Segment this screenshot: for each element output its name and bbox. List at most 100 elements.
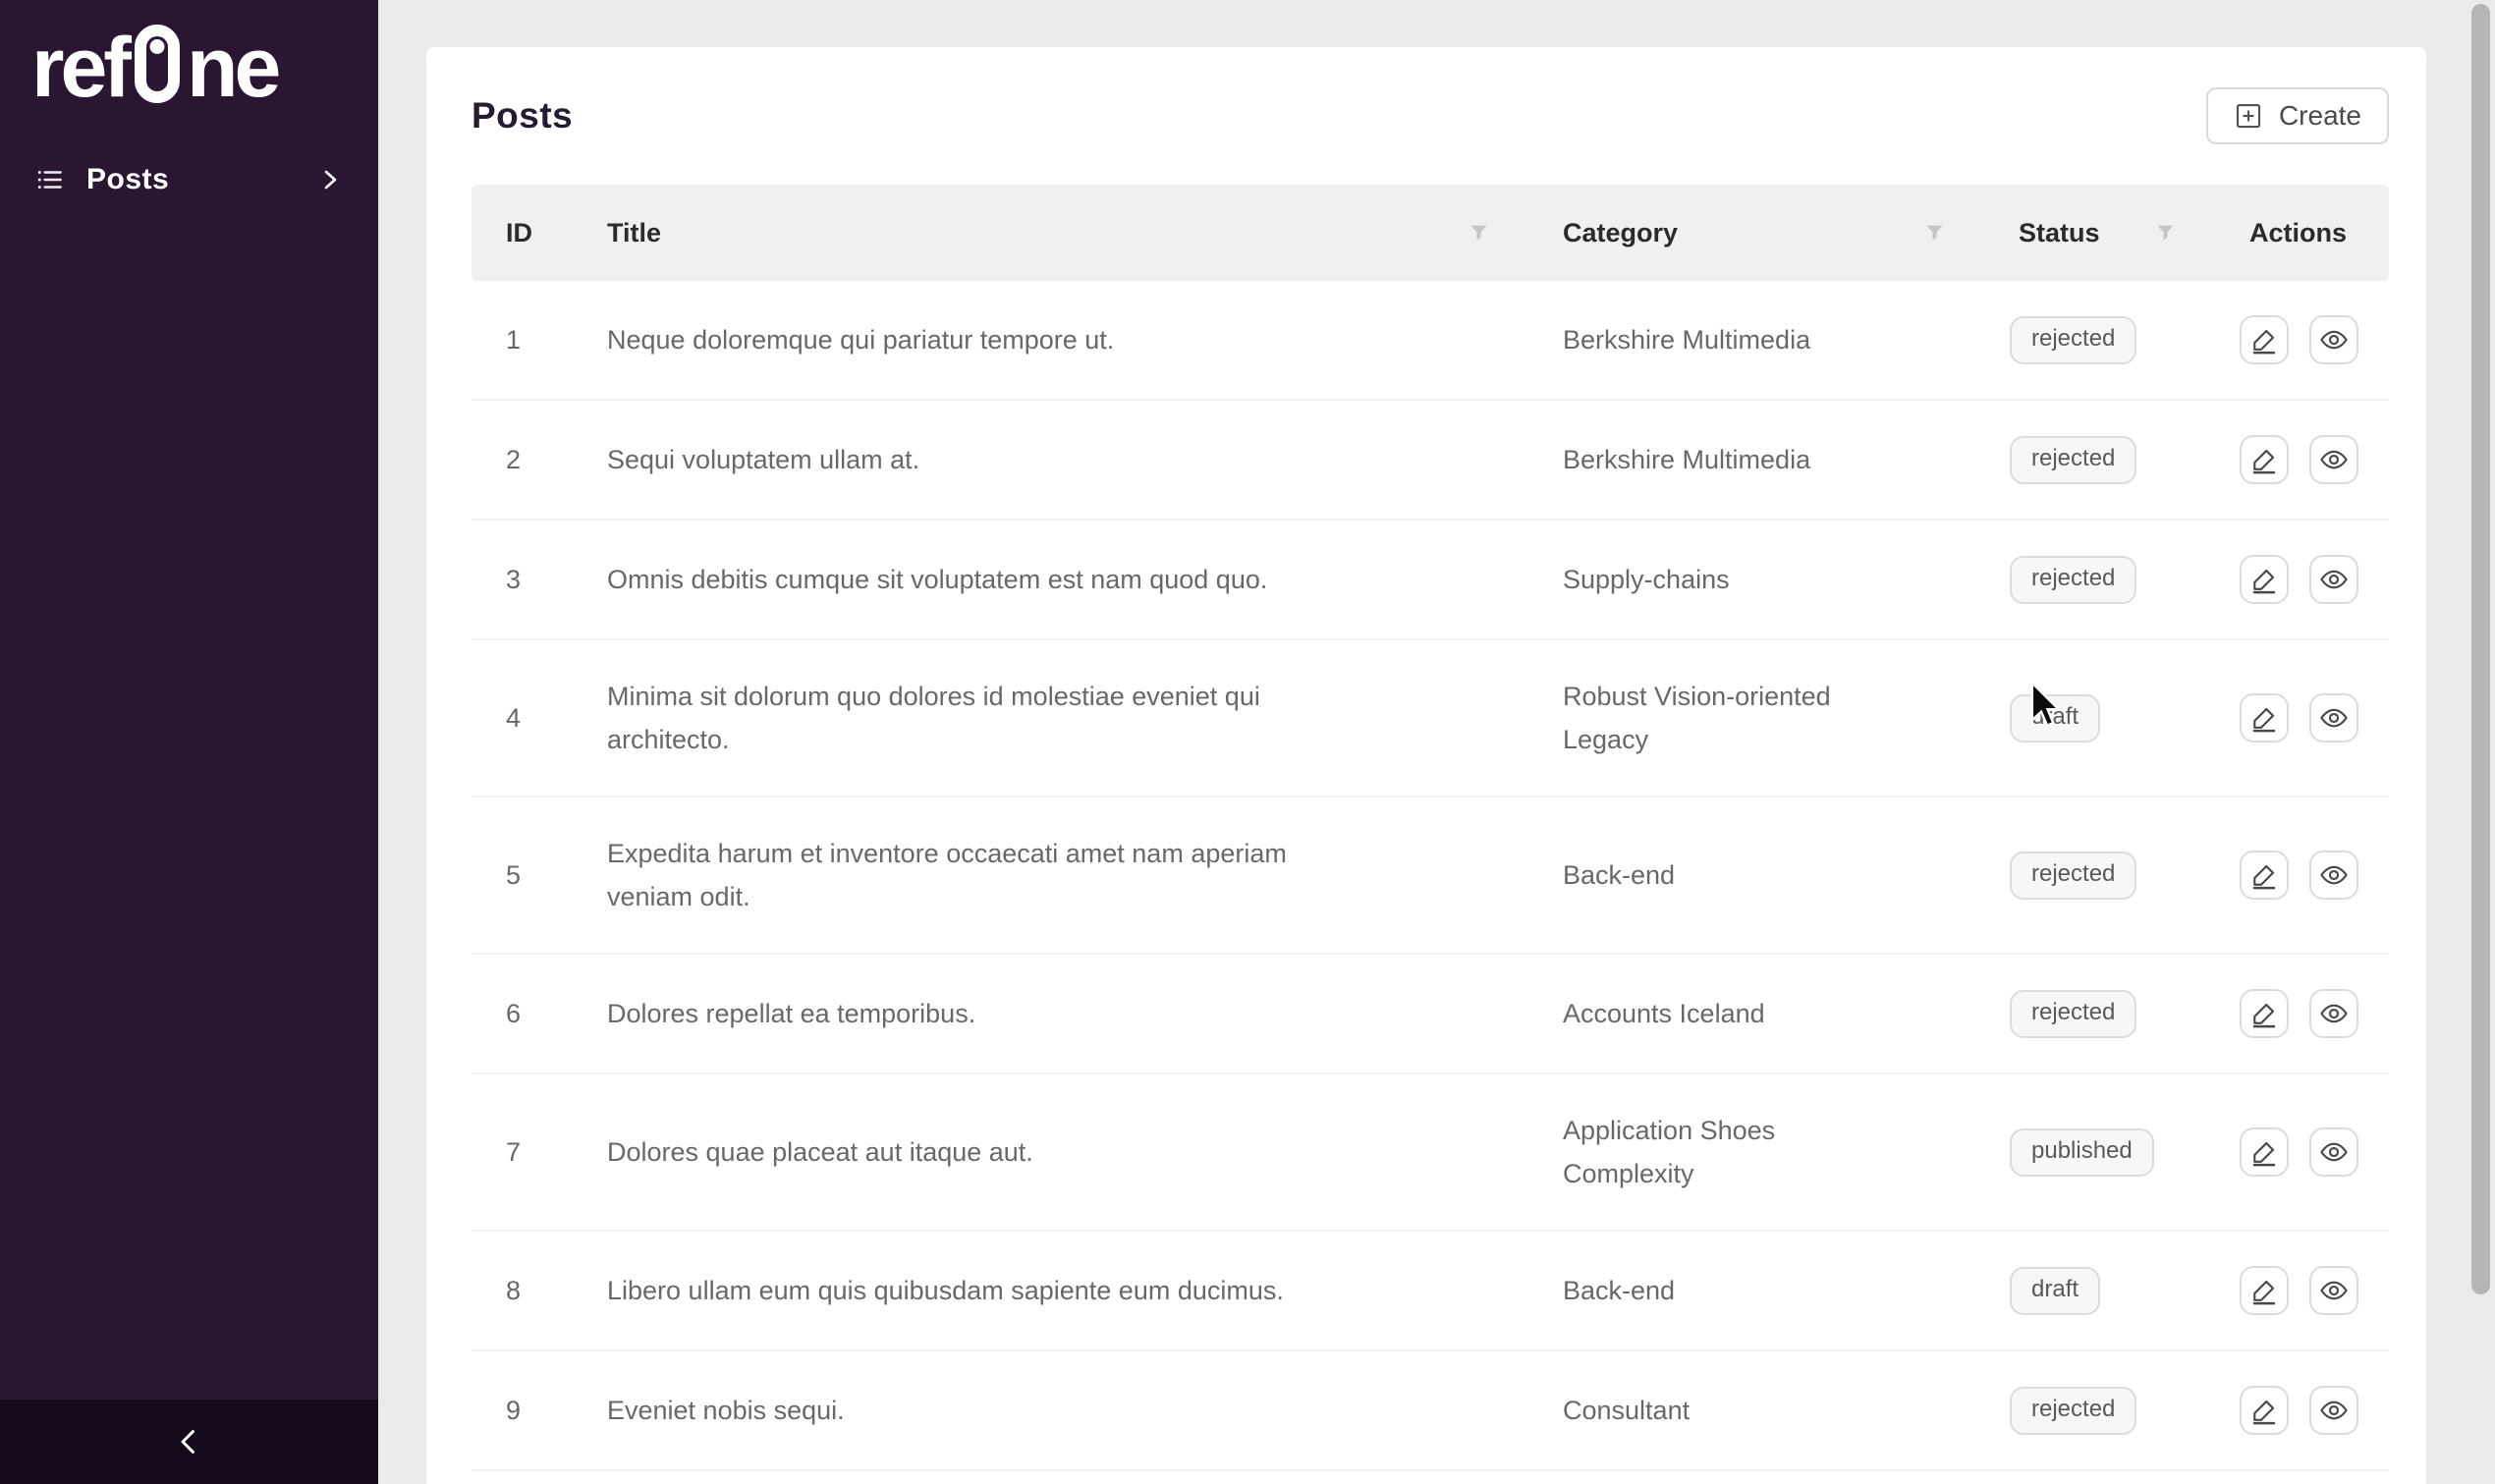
- post-status-cell: rejected: [1981, 954, 2212, 1074]
- post-category-cell: Application Shoes Complexity: [1525, 1073, 1981, 1232]
- post-category-cell: Robust Vision-oriented Legacy: [1525, 639, 1981, 797]
- edit-button[interactable]: [2240, 1386, 2289, 1435]
- pencil-icon: [2252, 1141, 2276, 1167]
- post-id-cell: 9: [471, 1350, 570, 1471]
- app-window: ref ne Posts Posts Create ID Title Categ…: [0, 0, 2495, 1484]
- show-button[interactable]: [2308, 851, 2358, 900]
- edit-button[interactable]: [2240, 693, 2289, 742]
- chevron-left-icon: [181, 1430, 194, 1454]
- sidebar-collapse-button[interactable]: [0, 1400, 378, 1484]
- refine-logo[interactable]: ref ne: [31, 21, 378, 115]
- pencil-icon: [2252, 569, 2276, 594]
- pencil-icon: [2252, 707, 2276, 733]
- post-title-cell: Minima sit dolorum quo dolores id molest…: [570, 639, 1525, 797]
- table-row: 5 Expedita harum et inventore occaecati …: [471, 797, 2389, 955]
- logo-text-suffix: ne: [186, 21, 281, 115]
- status-badge: published: [2010, 1128, 2154, 1177]
- show-button[interactable]: [2308, 1127, 2358, 1177]
- post-title-cell: Dolores repellat ea temporibus.: [570, 954, 1525, 1074]
- create-button[interactable]: Create: [2205, 87, 2389, 144]
- post-category-cell: Berkshire Multimedia: [1525, 400, 1981, 521]
- filter-icon[interactable]: [1469, 224, 1488, 243]
- table-header: ID Title Category Status Actions: [471, 185, 2389, 281]
- table-row: 2 Sequi voluptatem ullam at. Berkshire M…: [471, 400, 2389, 521]
- eye-icon: [2319, 1004, 2348, 1023]
- eye-icon: [2319, 708, 2348, 728]
- pencil-icon: [2252, 449, 2276, 474]
- post-category-cell: Berkshire Multimedia: [1525, 281, 1981, 401]
- show-button[interactable]: [2308, 315, 2358, 364]
- eye-icon: [2319, 1142, 2348, 1162]
- table-body: 1 Neque doloremque qui pariatur tempore …: [471, 281, 2389, 1484]
- show-button[interactable]: [2308, 435, 2358, 484]
- post-status-cell: rejected: [1981, 281, 2212, 401]
- post-id-cell: 2: [471, 400, 570, 521]
- post-id-cell: 10: [471, 1470, 570, 1484]
- post-category-cell: Back-end: [1525, 1231, 1981, 1351]
- eye-icon: [2319, 450, 2348, 469]
- post-title-cell: Libero ullam eum quis quibusdam sapiente…: [570, 1231, 1525, 1351]
- column-header-title: Title: [570, 185, 1525, 281]
- post-id-cell: 4: [471, 639, 570, 797]
- post-title-cell: Omnis debitis cumque sit voluptatem est …: [570, 520, 1525, 640]
- pencil-icon: [2252, 1280, 2276, 1305]
- show-button[interactable]: [2308, 1386, 2358, 1435]
- post-actions-cell: [2212, 797, 2389, 955]
- post-actions-cell: [2212, 1073, 2389, 1232]
- post-title-cell: Neque doloremque qui pariatur tempore ut…: [570, 281, 1525, 401]
- main-content: Posts Create ID Title Category Status Ac…: [378, 0, 2495, 1484]
- eye-icon: [2319, 570, 2348, 589]
- table-row: 6 Dolores repellat ea temporibus. Accoun…: [471, 954, 2389, 1074]
- pencil-icon: [2252, 1400, 2276, 1425]
- post-status-cell: rejected: [1981, 797, 2212, 955]
- filter-icon[interactable]: [2156, 224, 2175, 243]
- sidebar: ref ne Posts: [0, 0, 378, 1484]
- chevron-right-icon: [324, 170, 337, 190]
- status-badge: draft: [2010, 694, 2101, 742]
- post-actions-cell: [2212, 400, 2389, 521]
- eye-icon: [2319, 1401, 2348, 1420]
- logo-toggle-i-icon: [134, 25, 180, 103]
- plus-square-icon: [2236, 103, 2261, 129]
- page-title: Posts: [471, 95, 574, 136]
- edit-button[interactable]: [2240, 851, 2289, 900]
- post-category-cell: Account: [1525, 1470, 1981, 1484]
- show-button[interactable]: [2308, 989, 2358, 1038]
- column-header-actions: Actions: [2212, 185, 2389, 281]
- status-badge: draft: [2010, 1267, 2101, 1315]
- pencil-icon: [2252, 864, 2276, 890]
- table-row: 8 Libero ullam eum quis quibusdam sapien…: [471, 1231, 2389, 1351]
- post-actions-cell: [2212, 954, 2389, 1074]
- post-id-cell: 7: [471, 1073, 570, 1232]
- logo-text-prefix: ref: [31, 21, 132, 115]
- edit-button[interactable]: [2240, 435, 2289, 484]
- show-button[interactable]: [2308, 1266, 2358, 1315]
- status-badge: rejected: [2010, 990, 2137, 1038]
- post-status-cell: draft: [1981, 1231, 2212, 1351]
- edit-button[interactable]: [2240, 315, 2289, 364]
- logo-dot: [149, 39, 165, 54]
- edit-button[interactable]: [2240, 989, 2289, 1038]
- post-title-cell: Sequi voluptatem ullam at.: [570, 400, 1525, 521]
- post-status-cell: published: [1981, 1073, 2212, 1232]
- sidebar-item-posts[interactable]: Posts: [0, 145, 378, 214]
- post-actions-cell: [2212, 1231, 2389, 1351]
- post-actions-cell: [2212, 520, 2389, 640]
- table-row: 3 Omnis debitis cumque sit voluptatem es…: [471, 520, 2389, 640]
- edit-button[interactable]: [2240, 1127, 2289, 1177]
- scrollbar-thumb[interactable]: [2471, 4, 2490, 1294]
- edit-button[interactable]: [2240, 1266, 2289, 1315]
- filter-icon[interactable]: [1925, 224, 1944, 243]
- post-title-cell: Eveniet nobis sequi.: [570, 1350, 1525, 1471]
- post-title-cell: Expedita harum et inventore occaecati am…: [570, 797, 1525, 955]
- status-badge: rejected: [2010, 556, 2137, 604]
- show-button[interactable]: [2308, 555, 2358, 604]
- post-id-cell: 6: [471, 954, 570, 1074]
- status-badge: rejected: [2010, 852, 2137, 900]
- edit-button[interactable]: [2240, 555, 2289, 604]
- post-id-cell: 3: [471, 520, 570, 640]
- post-actions-cell: [2212, 639, 2389, 797]
- post-status-cell: rejected: [1981, 1350, 2212, 1471]
- show-button[interactable]: [2308, 693, 2358, 742]
- sidebar-item-label: Posts: [86, 163, 170, 195]
